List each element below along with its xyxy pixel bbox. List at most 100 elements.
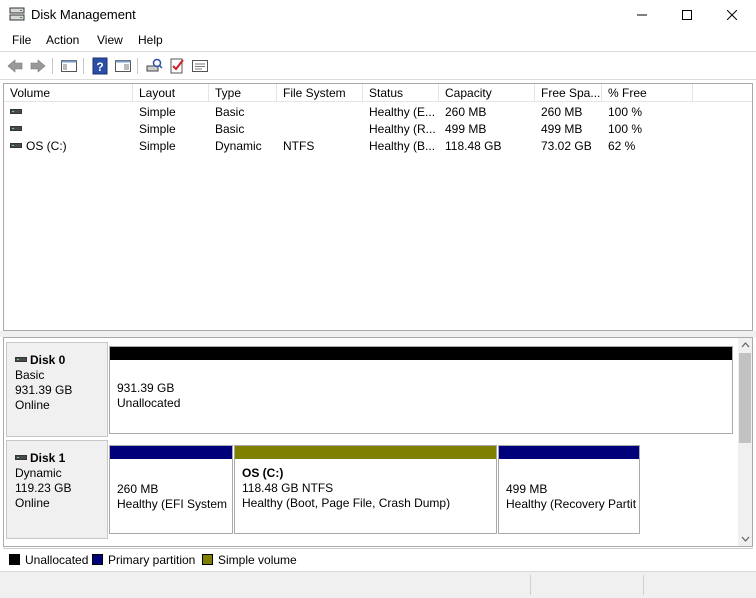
scroll-up-button[interactable] bbox=[738, 338, 752, 352]
partition-color-bar bbox=[499, 446, 639, 459]
legend-item: Unallocated bbox=[9, 553, 88, 567]
partition-status: Healthy (EFI System P bbox=[117, 497, 230, 511]
disk-management-app-icon bbox=[9, 7, 25, 21]
toolbar-separator bbox=[52, 58, 53, 74]
disk-kind: Basic bbox=[15, 368, 45, 382]
check-icon[interactable] bbox=[168, 57, 186, 75]
partition-title: OS (C:) bbox=[242, 466, 284, 480]
partition-status: Healthy (Recovery Partit bbox=[506, 497, 637, 511]
console-tree-icon[interactable] bbox=[60, 57, 78, 75]
partition-status: Unallocated bbox=[117, 396, 181, 410]
type-cell: Dynamic bbox=[215, 139, 262, 153]
capacity-cell: 118.48 GB bbox=[445, 139, 502, 153]
column-header-layout[interactable]: Layout bbox=[133, 84, 209, 102]
status-cell: Healthy (R... bbox=[369, 122, 436, 136]
table-row[interactable]: Simple Basic Healthy (R... 499 MB 499 MB… bbox=[4, 121, 752, 138]
action-pane-icon[interactable] bbox=[114, 57, 132, 75]
column-header-percent-free[interactable]: % Free bbox=[602, 84, 693, 102]
disk-0-label[interactable]: Disk 0 Basic 931.39 GB Online bbox=[6, 342, 108, 437]
disk-name: Disk 1 bbox=[30, 451, 66, 465]
minimize-button[interactable] bbox=[619, 0, 665, 30]
free-space-cell: 260 MB bbox=[541, 105, 583, 119]
help-icon[interactable]: ? bbox=[91, 57, 109, 75]
close-button[interactable] bbox=[709, 0, 755, 30]
type-cell: Basic bbox=[215, 122, 245, 136]
legend-swatch bbox=[92, 554, 103, 566]
column-header-type[interactable]: Type bbox=[209, 84, 277, 102]
menu-help[interactable]: Help bbox=[138, 33, 163, 47]
file-system-cell: NTFS bbox=[283, 139, 315, 153]
menu-file[interactable]: File bbox=[12, 33, 31, 47]
type-cell: Basic bbox=[215, 105, 245, 119]
forward-arrow-icon[interactable] bbox=[29, 57, 47, 75]
rescan-disks-icon[interactable] bbox=[145, 57, 163, 75]
status-cell: Healthy (E... bbox=[369, 105, 436, 119]
legend-item: Simple volume bbox=[202, 553, 297, 567]
volume-cell: OS (C:) bbox=[4, 138, 133, 155]
layout-cell: Simple bbox=[139, 122, 176, 136]
maximize-button[interactable] bbox=[664, 0, 710, 30]
partition-status: Healthy (Boot, Page File, Crash Dump) bbox=[242, 496, 451, 510]
scrollbar-thumb[interactable] bbox=[739, 353, 751, 443]
column-header-capacity[interactable]: Capacity bbox=[439, 84, 535, 102]
disk-1-label[interactable]: Disk 1 Dynamic 119.23 GB Online bbox=[6, 440, 108, 539]
disk-graphical-view[interactable]: Disk 0 Basic 931.39 GB Online 931.39 GB … bbox=[3, 337, 753, 547]
legend: Unallocated Primary partition Simple vol… bbox=[3, 548, 753, 569]
percent-free-cell: 62 % bbox=[608, 139, 636, 153]
drive-icon bbox=[10, 143, 22, 149]
disk-kind: Dynamic bbox=[15, 466, 62, 480]
menu-bar: File Action View Help bbox=[0, 30, 756, 51]
partition-size: 118.48 GB NTFS bbox=[242, 481, 334, 495]
disk-1-partition-os-c[interactable]: OS (C:) 118.48 GB NTFS Healthy (Boot, Pa… bbox=[234, 445, 497, 534]
volume-list[interactable]: Volume Layout Type File System Status Ca… bbox=[3, 83, 753, 331]
toolbar: ? bbox=[0, 51, 756, 80]
properties-icon[interactable] bbox=[191, 57, 209, 75]
partition-size: 260 MB bbox=[117, 482, 159, 496]
disk-size: 931.39 GB bbox=[15, 383, 73, 397]
partition-color-bar bbox=[110, 446, 232, 459]
menu-action[interactable]: Action bbox=[46, 33, 79, 47]
disk-icon bbox=[15, 455, 27, 461]
drive-icon bbox=[10, 126, 22, 132]
column-header-free-space[interactable]: Free Spa... bbox=[535, 84, 602, 102]
volume-list-header: Volume Layout Type File System Status Ca… bbox=[4, 84, 752, 102]
free-space-cell: 499 MB bbox=[541, 122, 583, 136]
disk-name: Disk 0 bbox=[30, 353, 66, 367]
file-system-cell bbox=[277, 104, 363, 121]
layout-cell: Simple bbox=[139, 105, 176, 119]
free-space-cell: 73.02 GB bbox=[541, 139, 592, 153]
disk-1-partition-efi[interactable]: 260 MB Healthy (EFI System P bbox=[109, 445, 233, 534]
maximize-icon bbox=[682, 10, 692, 20]
partition-color-bar bbox=[235, 446, 496, 459]
disk-0-partition-unallocated[interactable]: 931.39 GB Unallocated bbox=[109, 346, 733, 434]
status-cell: Healthy (B... bbox=[369, 139, 436, 153]
partition-size: 499 MB bbox=[506, 482, 548, 496]
table-row[interactable]: OS (C:) Simple Dynamic NTFS Healthy (B..… bbox=[4, 138, 752, 155]
column-header-volume[interactable]: Volume bbox=[4, 84, 133, 102]
column-header-file-system[interactable]: File System bbox=[277, 84, 363, 102]
percent-free-cell: 100 % bbox=[608, 122, 643, 136]
capacity-cell: 260 MB bbox=[445, 105, 487, 119]
scroll-down-button[interactable] bbox=[738, 532, 752, 546]
table-row[interactable]: Simple Basic Healthy (E... 260 MB 260 MB… bbox=[4, 104, 752, 121]
disk-size: 119.23 GB bbox=[15, 481, 72, 495]
svg-text:?: ? bbox=[96, 60, 103, 74]
close-icon bbox=[727, 10, 737, 20]
status-pane-separator bbox=[530, 575, 531, 595]
chevron-down-icon bbox=[741, 536, 749, 542]
disk-state: Online bbox=[15, 398, 50, 412]
vertical-scrollbar[interactable] bbox=[738, 338, 752, 546]
status-bar bbox=[0, 571, 756, 598]
disk-1-partition-recovery[interactable]: 499 MB Healthy (Recovery Partit bbox=[498, 445, 640, 534]
partition-size: 931.39 GB bbox=[117, 381, 175, 395]
disk-state: Online bbox=[15, 496, 50, 510]
toolbar-separator bbox=[83, 58, 84, 74]
menu-view[interactable]: View bbox=[97, 33, 123, 47]
window-title: Disk Management bbox=[31, 7, 136, 22]
legend-swatch bbox=[9, 554, 20, 566]
status-pane-separator bbox=[643, 575, 644, 595]
back-arrow-icon[interactable] bbox=[6, 57, 24, 75]
column-header-status[interactable]: Status bbox=[363, 84, 439, 102]
partition-color-bar bbox=[110, 347, 732, 360]
capacity-cell: 499 MB bbox=[445, 122, 487, 136]
